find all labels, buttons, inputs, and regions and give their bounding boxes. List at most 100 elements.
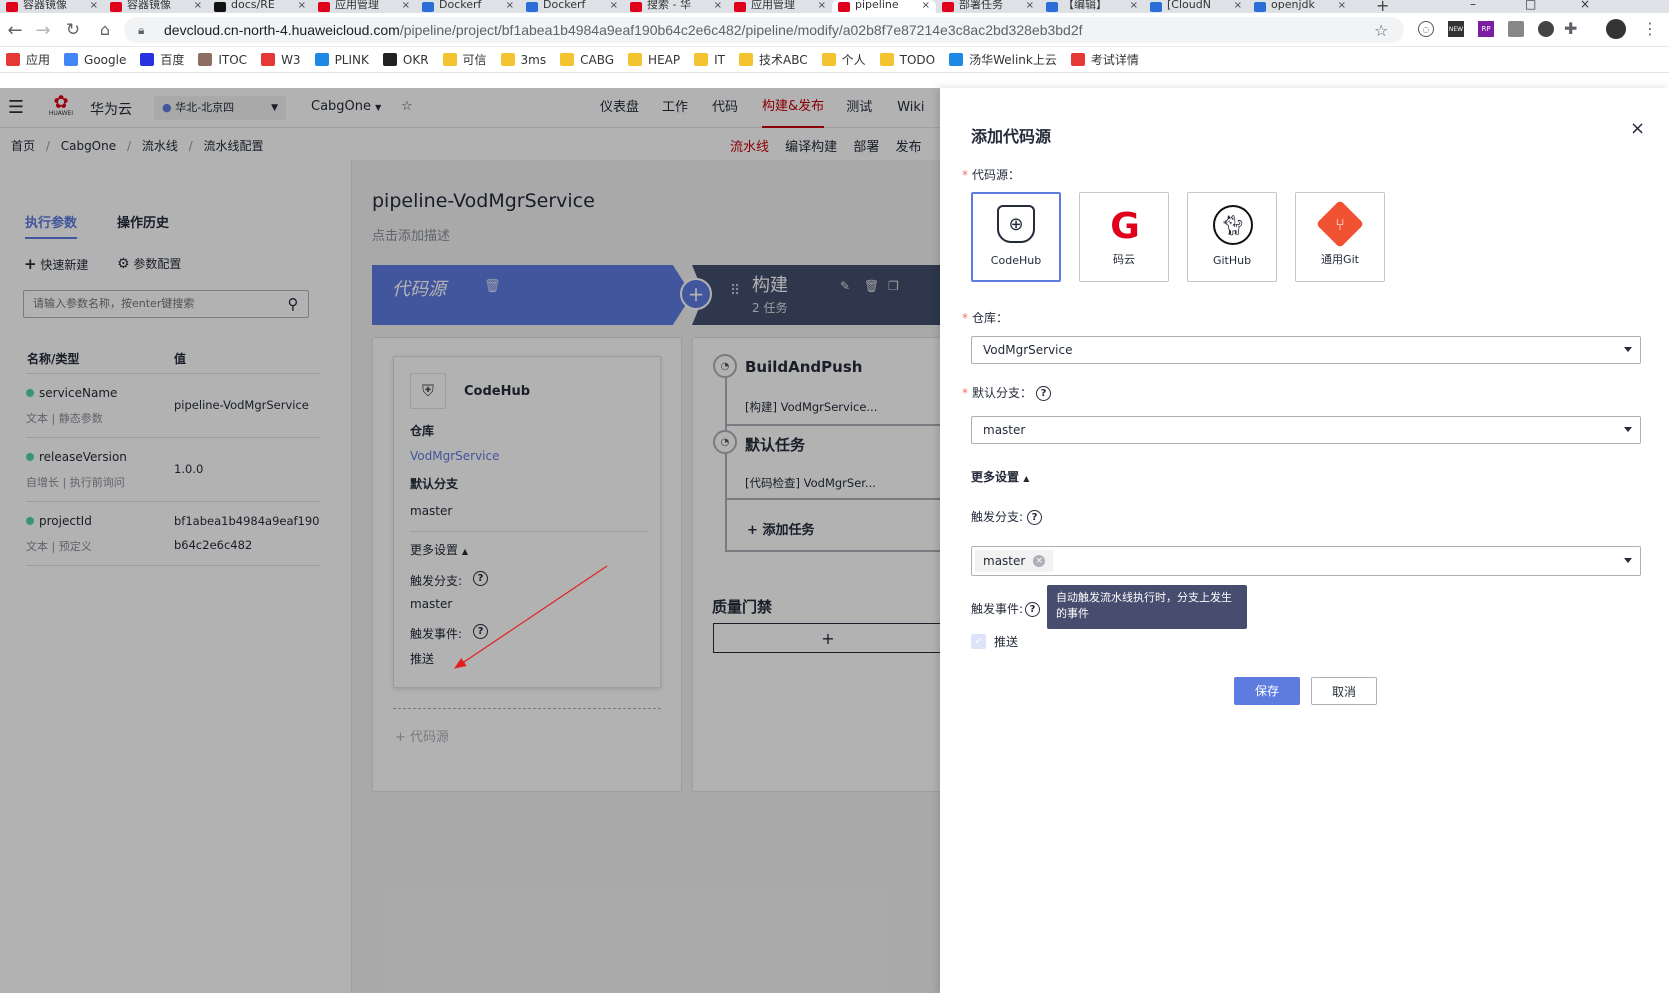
breadcrumb-project[interactable]: CabgOne	[61, 139, 116, 153]
subnav-deploy[interactable]: 部署	[853, 140, 879, 155]
bookmark-item[interactable]: OKR	[382, 53, 429, 67]
nav-wiki[interactable]: Wiki	[897, 88, 924, 128]
tab-close-icon[interactable]: ×	[1234, 0, 1242, 11]
trash-icon[interactable]: 🗑︎	[484, 279, 501, 294]
job-name[interactable]: BuildAndPush	[745, 358, 862, 376]
nav-dashboard[interactable]: 仪表盘	[600, 88, 639, 128]
bookmark-item[interactable]: 技术ABC	[738, 51, 808, 68]
hamburger-menu-icon[interactable]: ☰	[7, 97, 25, 118]
browser-tab[interactable]: 应用管理 ×	[728, 0, 832, 13]
job-name[interactable]: 默认任务	[745, 434, 805, 455]
help-icon[interactable]: ?	[1025, 602, 1041, 617]
job-task[interactable]: [构建] VodMgrService...	[745, 399, 877, 415]
tab-close-icon[interactable]: ×	[402, 0, 410, 11]
browser-tab[interactable]: Dockerf ×	[416, 0, 520, 13]
param-search-input[interactable]	[33, 291, 273, 315]
nav-work[interactable]: 工作	[662, 88, 688, 128]
branch-select[interactable]: master	[971, 416, 1641, 444]
search-icon[interactable]: ⚲	[284, 295, 302, 313]
tab-op-history[interactable]: 操作历史	[117, 212, 169, 231]
browser-tab[interactable]: [CloudN ×	[1144, 0, 1248, 13]
param-config-button[interactable]: ⚙ 参数配置	[117, 255, 181, 272]
nav-code[interactable]: 代码	[712, 88, 738, 128]
stage-build[interactable]: ⠿ 构建 2 任务 ✎ 🗑︎ ❐	[692, 265, 940, 325]
bookmark-item[interactable]: PLINK	[314, 53, 369, 67]
browser-tab[interactable]: openjdk ×	[1248, 0, 1352, 13]
add-task-button[interactable]: + 添加任务	[747, 519, 814, 538]
minimize-icon[interactable]: –	[1470, 0, 1476, 11]
forward-icon[interactable]: →	[32, 19, 54, 41]
tab-close-icon[interactable]: ×	[1338, 0, 1346, 11]
nav-test[interactable]: 测试	[846, 88, 872, 128]
trigger-branch-select[interactable]: master ×	[971, 546, 1641, 576]
more-settings-toggle[interactable]: 更多设置 ▲	[971, 468, 1029, 485]
close-icon[interactable]: ×	[1630, 118, 1645, 139]
bookmark-item[interactable]: 可信	[442, 51, 487, 68]
help-icon[interactable]: ?	[473, 624, 488, 639]
repo-link[interactable]: VodMgrService	[410, 449, 500, 463]
browser-tab[interactable]: 容器镜像 ×	[104, 0, 208, 13]
tab-close-icon[interactable]: ×	[1026, 0, 1034, 11]
region-selector[interactable]: ● 华北-北京四 ▼	[154, 96, 286, 120]
help-icon[interactable]: ?	[1027, 510, 1043, 525]
browser-tab[interactable]: pipeline ×	[832, 0, 936, 13]
add-quality-gate-button[interactable]: +	[713, 623, 943, 653]
bookmark-item[interactable]: 考试详情	[1070, 51, 1139, 68]
subnav-release[interactable]: 发布	[895, 140, 921, 155]
extension-icon-4[interactable]	[1508, 21, 1524, 37]
back-icon[interactable]: ←	[4, 19, 26, 41]
home-icon[interactable]: ⌂	[94, 18, 116, 40]
tab-close-icon[interactable]: ×	[714, 0, 722, 11]
source-option-generic-git[interactable]: ⑂ 通用Git	[1295, 192, 1385, 282]
new-tab-icon[interactable]: +	[1376, 0, 1389, 13]
bookmark-star-icon[interactable]: ☆	[1374, 21, 1388, 40]
bookmark-item[interactable]: 个人	[821, 51, 866, 68]
tab-close-icon[interactable]: ×	[194, 0, 202, 11]
trash-icon[interactable]: 🗑︎	[864, 279, 879, 293]
avatar[interactable]	[1606, 19, 1626, 39]
repo-select[interactable]: VodMgrService	[971, 336, 1641, 364]
tab-close-icon[interactable]: ×	[1130, 0, 1138, 11]
browser-tab[interactable]: 【编辑】 ×	[1040, 0, 1144, 13]
more-menu-icon[interactable]: ⋮	[1642, 19, 1658, 38]
tab-close-icon[interactable]: ×	[610, 0, 618, 11]
help-icon[interactable]: ?	[473, 571, 488, 586]
breadcrumb-home[interactable]: 首页	[11, 139, 35, 153]
quick-new-button[interactable]: + 快速新建	[24, 255, 88, 273]
bookmark-item[interactable]: 应用	[6, 51, 50, 68]
window-close-icon[interactable]: ×	[1580, 0, 1590, 11]
nav-build-release[interactable]: 构建&发布	[762, 88, 825, 128]
save-button[interactable]: 保存	[1234, 677, 1300, 705]
job-task[interactable]: [代码检查] VodMgrSer...	[745, 475, 876, 491]
bookmark-item[interactable]: ITOC	[198, 53, 247, 67]
pipeline-description[interactable]: 点击添加描述	[372, 225, 450, 244]
tab-exec-params[interactable]: 执行参数	[25, 212, 78, 239]
tab-close-icon[interactable]: ×	[818, 0, 826, 11]
stage-source[interactable]: 代码源 🗑︎	[372, 265, 692, 325]
bookmark-item[interactable]: 百度	[140, 51, 184, 68]
browser-tab[interactable]: Dockerf ×	[520, 0, 624, 13]
extension-icon-3[interactable]: RP	[1478, 21, 1494, 37]
tab-close-icon[interactable]: ×	[506, 0, 514, 11]
bookmark-item[interactable]: 3ms	[500, 53, 546, 67]
source-option-codehub[interactable]: ⊕ CodeHub	[971, 192, 1061, 282]
drag-handle-icon[interactable]: ⠿	[730, 283, 740, 299]
browser-tab[interactable]: 部署任务 ×	[936, 0, 1040, 13]
reload-icon[interactable]: ↻	[62, 19, 84, 41]
browser-tab[interactable]: 应用管理 ×	[312, 0, 416, 13]
browser-tab[interactable]: 容器镜像 ×	[0, 0, 104, 13]
codehub-source-card[interactable]: ⛨ CodeHub 仓库 VodMgrService 默认分支 master 更…	[393, 356, 661, 688]
help-icon[interactable]: ?	[1036, 386, 1052, 401]
tab-close-icon[interactable]: ×	[90, 0, 98, 11]
bookmark-item[interactable]: IT	[694, 53, 725, 67]
add-stage-button[interactable]: +	[680, 278, 712, 310]
add-source-button[interactable]: + 代码源	[395, 726, 449, 745]
favorite-star-icon[interactable]: ☆	[401, 99, 413, 114]
cancel-button[interactable]: 取消	[1311, 677, 1377, 705]
bookmark-item[interactable]: Google	[64, 53, 126, 67]
bookmark-item[interactable]: W3	[261, 53, 301, 67]
browser-tab[interactable]: 搜索 - 华 ×	[624, 0, 728, 13]
bookmark-item[interactable]: HEAP	[628, 53, 680, 67]
subnav-pipeline[interactable]: 流水线	[730, 140, 769, 155]
bookmark-item[interactable]: CABG	[560, 53, 614, 67]
